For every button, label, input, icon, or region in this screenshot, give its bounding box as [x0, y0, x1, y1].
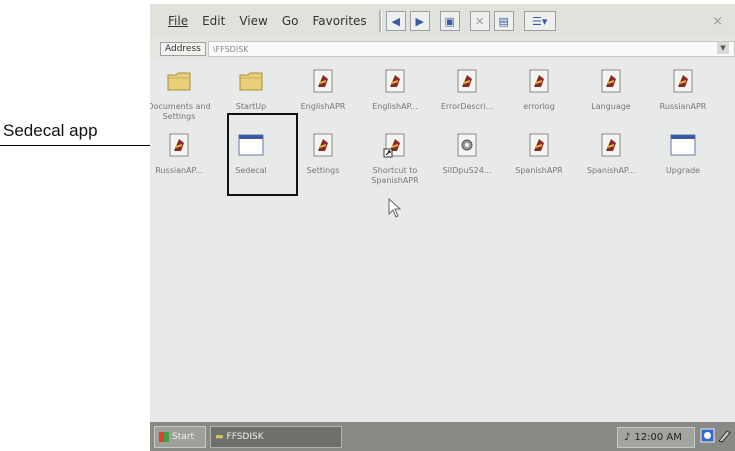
windows-flag-icon [159, 431, 169, 442]
file-label: StartUp [235, 102, 267, 111]
callout-label: Sedecal app [3, 121, 98, 140]
file-label: EnglishAP... [372, 102, 418, 111]
app-file-icon [502, 132, 576, 162]
file-item[interactable]: SpanishAP... [574, 132, 648, 176]
app-file-icon [574, 68, 648, 98]
gear-file-icon [430, 132, 504, 162]
file-label: RussianAPR [659, 102, 707, 111]
file-item[interactable]: RussianAP... [150, 132, 216, 176]
desktop-icon[interactable] [700, 428, 715, 443]
toolbar-separator [378, 10, 382, 32]
file-item[interactable]: RussianAPR [646, 68, 720, 112]
taskbar-item-label: FFSDISK [226, 431, 264, 442]
folder-icon [214, 68, 288, 98]
folder-icon: ▬ [215, 431, 224, 442]
callout-line [0, 145, 158, 146]
sedecal-highlight-box [227, 113, 298, 196]
file-label: RussianAP... [155, 166, 203, 175]
file-item[interactable]: StartUp [214, 68, 288, 112]
address-bar: Address \FFSDISK ▼ [150, 38, 735, 60]
file-label: SpanishAPR [515, 166, 563, 175]
taskbar-item-ffsdisk[interactable]: ▬ FFSDISK [210, 425, 342, 448]
file-label: Shortcut to SpanishAPR [371, 166, 419, 185]
mouse-cursor-icon [388, 198, 402, 218]
properties-icon[interactable]: ▤ [493, 11, 514, 31]
shortcut-icon [358, 132, 432, 162]
back-icon[interactable]: ◀ [385, 11, 406, 31]
file-label: Upgrade [665, 166, 701, 175]
file-label: EnglishAPR [300, 102, 346, 111]
device-screen: File Edit View Go Favorites ◀ ▶ ▣ ✕ ▤ ☰▾… [150, 4, 735, 451]
file-item[interactable]: errorlog [502, 68, 576, 112]
file-item[interactable]: Shortcut to SpanishAPR [358, 132, 432, 186]
file-label: Documents and Settings [150, 102, 211, 121]
file-item[interactable]: SiIDpuS24... [430, 132, 504, 176]
menu-bar: File Edit View Go Favorites ◀ ▶ ▣ ✕ ▤ ☰▾… [150, 4, 735, 38]
address-label: Address [160, 42, 206, 56]
taskbar: Start ▬ FFSDISK ♪ 12:00 AM [150, 422, 735, 451]
folder-icon [150, 68, 216, 98]
clock: 12:00 AM [634, 432, 682, 443]
delete-icon[interactable]: ✕ [469, 11, 490, 31]
menu-favorites[interactable]: Favorites [312, 14, 366, 28]
file-label: SpanishAP... [586, 166, 636, 175]
app-file-icon [430, 68, 504, 98]
file-label: Language [591, 102, 631, 111]
address-input[interactable]: \FFSDISK [207, 41, 735, 57]
file-item[interactable]: EnglishAP... [358, 68, 432, 112]
menu-file[interactable]: File [168, 14, 188, 28]
start-label: Start [172, 431, 194, 442]
views-icon[interactable]: ☰▾ [523, 11, 556, 31]
system-tray: ♪ 12:00 AM [617, 427, 695, 448]
up-folder-icon[interactable]: ▣ [439, 11, 460, 31]
pen-icon[interactable] [717, 428, 732, 443]
menu-edit[interactable]: Edit [202, 14, 225, 28]
file-item[interactable]: Upgrade [646, 132, 720, 176]
file-label: SiIDpuS24... [442, 166, 492, 175]
close-icon[interactable]: × [712, 14, 723, 29]
file-item[interactable]: EnglishAPR [286, 68, 360, 112]
menu-view[interactable]: View [239, 14, 267, 28]
file-item[interactable]: Language [574, 68, 648, 112]
file-item[interactable]: SpanishAPR [502, 132, 576, 176]
window-app-icon [646, 132, 720, 162]
menu-go[interactable]: Go [282, 14, 299, 28]
forward-icon[interactable]: ▶ [409, 11, 430, 31]
app-file-icon [358, 68, 432, 98]
app-file-icon [502, 68, 576, 98]
app-file-icon [646, 68, 720, 98]
app-file-icon [150, 132, 216, 162]
speaker-icon: ♪ [624, 432, 631, 443]
file-item[interactable]: Documents and Settings [150, 68, 216, 122]
start-button[interactable]: Start [154, 425, 206, 448]
file-label: ErrorDescri... [440, 102, 494, 111]
file-item[interactable]: ErrorDescri... [430, 68, 504, 112]
app-file-icon [574, 132, 648, 162]
file-label: errorlog [523, 102, 555, 111]
app-file-icon [286, 68, 360, 98]
chevron-down-icon[interactable]: ▼ [717, 42, 729, 54]
